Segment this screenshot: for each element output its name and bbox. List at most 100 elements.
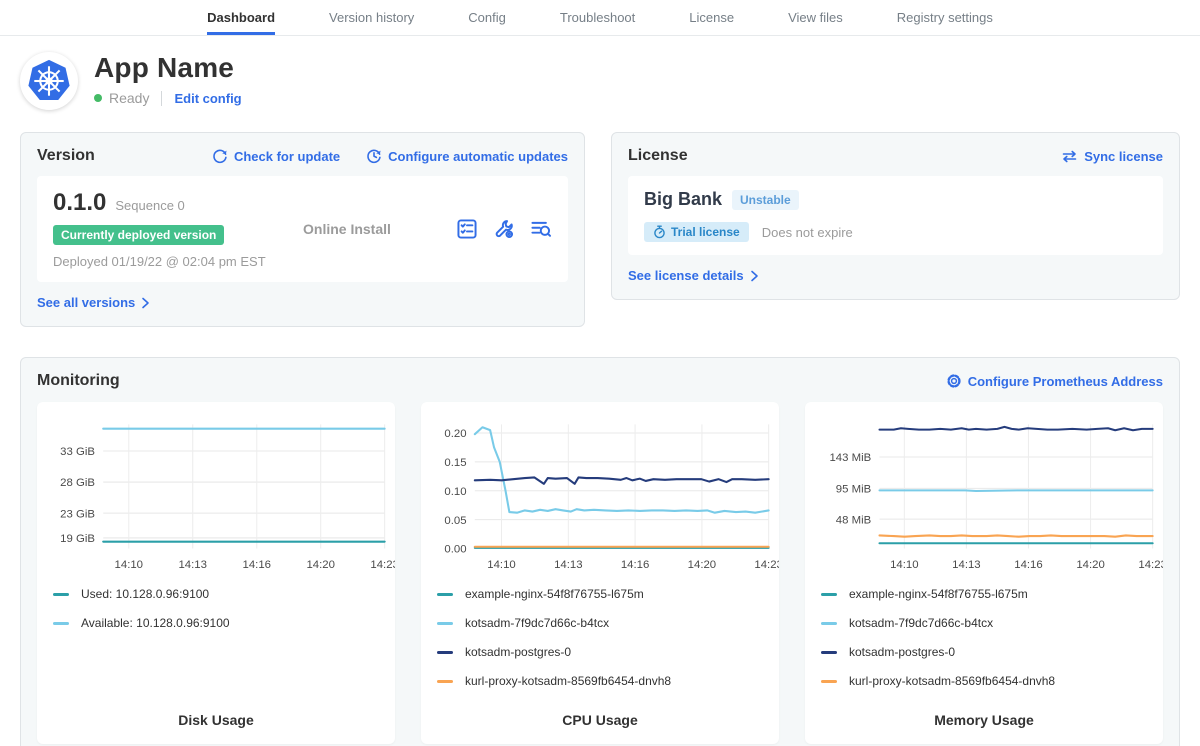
chart-title: Memory Usage: [805, 712, 1163, 744]
series-swatch: [437, 622, 453, 625]
memory-usage-legend: example-nginx-54f8f76755-l675m kotsadm-7f…: [805, 577, 1163, 703]
series-swatch: [53, 622, 69, 625]
status-dot: [94, 94, 102, 102]
svg-text:0.20: 0.20: [444, 428, 466, 440]
app-logo: [20, 52, 78, 110]
tab-license[interactable]: License: [689, 0, 734, 35]
deployed-version-badge: Currently deployed version: [53, 225, 224, 245]
svg-text:19 GiB: 19 GiB: [60, 533, 95, 545]
legend-item: kotsadm-7f9dc7d66c-b4tcx: [821, 616, 1163, 630]
sync-license-button[interactable]: Sync license: [1061, 149, 1163, 164]
svg-text:14:20: 14:20: [306, 559, 334, 571]
license-panel-title: License: [628, 147, 688, 165]
series-swatch: [437, 651, 453, 654]
series-label: example-nginx-54f8f76755-l675m: [849, 587, 1028, 601]
configure-automatic-updates-button[interactable]: Configure automatic updates: [366, 148, 568, 164]
svg-text:14:10: 14:10: [487, 559, 515, 571]
kubernetes-icon: [26, 58, 72, 104]
svg-text:14:23: 14:23: [370, 559, 395, 571]
status-badge: Ready: [109, 90, 149, 106]
disk-usage-chart-card: 19 GiB23 GiB28 GiB33 GiB14:1014:1314:161…: [37, 402, 395, 744]
legend-item: kurl-proxy-kotsadm-8569fb6454-dnvh8: [821, 674, 1163, 688]
tab-config[interactable]: Config: [468, 0, 506, 35]
divider: [161, 91, 162, 106]
disk-usage-plot: 19 GiB23 GiB28 GiB33 GiB14:1014:1314:161…: [37, 414, 395, 577]
tab-version-history[interactable]: Version history: [329, 0, 414, 35]
current-version-card: 0.1.0 Sequence 0 Currently deployed vers…: [37, 176, 568, 282]
cpu-usage-chart-card: 0.000.050.100.150.2014:1014:1314:1614:20…: [421, 402, 779, 744]
svg-text:33 GiB: 33 GiB: [60, 446, 95, 458]
series-swatch: [437, 593, 453, 596]
tab-dashboard[interactable]: Dashboard: [207, 0, 275, 35]
config-wrench-icon[interactable]: [493, 218, 515, 240]
svg-text:0.10: 0.10: [444, 486, 466, 498]
chevron-right-icon: [750, 270, 759, 282]
see-license-details-link[interactable]: See license details: [628, 268, 759, 283]
series-label: kotsadm-postgres-0: [849, 645, 955, 659]
series-label: example-nginx-54f8f76755-l675m: [465, 587, 644, 601]
install-type-label: Online Install: [303, 221, 456, 237]
channel-badge: Unstable: [732, 190, 799, 210]
stopwatch-icon: [653, 225, 666, 239]
disk-usage-legend: Used: 10.128.0.96:9100 Available: 10.128.…: [37, 577, 395, 645]
series-swatch: [821, 680, 837, 683]
configure-prometheus-button[interactable]: Configure Prometheus Address: [946, 373, 1163, 389]
tab-view-files[interactable]: View files: [788, 0, 843, 35]
chart-title: CPU Usage: [421, 712, 779, 744]
sequence-label: Sequence 0: [115, 198, 184, 213]
svg-text:14:10: 14:10: [890, 559, 918, 571]
legend-item: kurl-proxy-kotsadm-8569fb6454-dnvh8: [437, 674, 779, 688]
svg-text:14:16: 14:16: [621, 559, 649, 571]
view-logs-icon[interactable]: [530, 218, 552, 240]
cpu-usage-plot: 0.000.050.100.150.2014:1014:1314:1614:20…: [421, 414, 779, 577]
legend-item: Available: 10.128.0.96:9100: [53, 616, 395, 630]
version-panel-title: Version: [37, 147, 95, 165]
svg-text:14:10: 14:10: [115, 559, 143, 571]
tab-troubleshoot[interactable]: Troubleshoot: [560, 0, 635, 35]
expiry-label: Does not expire: [762, 225, 853, 240]
svg-text:14:13: 14:13: [554, 559, 582, 571]
legend-item: example-nginx-54f8f76755-l675m: [437, 587, 779, 601]
legend-item: kotsadm-postgres-0: [437, 645, 779, 659]
license-panel: License Sync license Big Bank Unstable: [611, 132, 1180, 300]
series-swatch: [821, 622, 837, 625]
svg-text:14:23: 14:23: [754, 559, 779, 571]
page-title: App Name: [94, 52, 242, 84]
refresh-icon: [212, 148, 228, 164]
series-label: kotsadm-postgres-0: [465, 645, 571, 659]
chevron-right-icon: [141, 297, 150, 309]
top-navigation: Dashboard Version history Config Trouble…: [0, 0, 1200, 36]
customer-name: Big Bank: [644, 189, 722, 210]
svg-text:95 MiB: 95 MiB: [836, 484, 871, 496]
svg-text:48 MiB: 48 MiB: [836, 514, 871, 526]
see-all-versions-link[interactable]: See all versions: [37, 295, 150, 310]
monitoring-panel: Monitoring Configure Prometheus Address …: [20, 357, 1180, 746]
series-swatch: [437, 680, 453, 683]
svg-text:143 MiB: 143 MiB: [829, 452, 871, 464]
series-label: kurl-proxy-kotsadm-8569fb6454-dnvh8: [465, 674, 671, 688]
legend-item: kotsadm-postgres-0: [821, 645, 1163, 659]
svg-text:0.00: 0.00: [444, 544, 466, 556]
svg-text:14:13: 14:13: [178, 559, 206, 571]
svg-text:0.05: 0.05: [444, 515, 466, 527]
check-for-update-button[interactable]: Check for update: [212, 148, 340, 164]
series-label: kotsadm-7f9dc7d66c-b4tcx: [849, 616, 993, 630]
cpu-usage-legend: example-nginx-54f8f76755-l675m kotsadm-7f…: [421, 577, 779, 703]
svg-text:0.15: 0.15: [444, 457, 466, 469]
series-swatch: [821, 593, 837, 596]
svg-text:14:13: 14:13: [952, 559, 980, 571]
preflight-checks-icon[interactable]: [456, 218, 478, 240]
legend-item: kotsadm-7f9dc7d66c-b4tcx: [437, 616, 779, 630]
svg-text:14:16: 14:16: [1014, 559, 1042, 571]
edit-config-link[interactable]: Edit config: [174, 91, 241, 106]
tab-registry-settings[interactable]: Registry settings: [897, 0, 993, 35]
svg-text:14:16: 14:16: [243, 559, 271, 571]
svg-text:14:23: 14:23: [1138, 559, 1163, 571]
svg-text:14:20: 14:20: [1076, 559, 1104, 571]
memory-usage-chart-card: 48 MiB 95 MiB 143 MiB 14:10 14:13 14:16 14:20 1…: [805, 402, 1163, 744]
license-type-badge: Trial license: [644, 222, 749, 242]
legend-item: Used: 10.128.0.96:9100: [53, 587, 395, 601]
sync-arrows-icon: [1061, 149, 1078, 164]
app-header: App Name Ready Edit config: [20, 52, 1180, 110]
license-detail-card: Big Bank Unstable Trial license Does not…: [628, 176, 1163, 255]
